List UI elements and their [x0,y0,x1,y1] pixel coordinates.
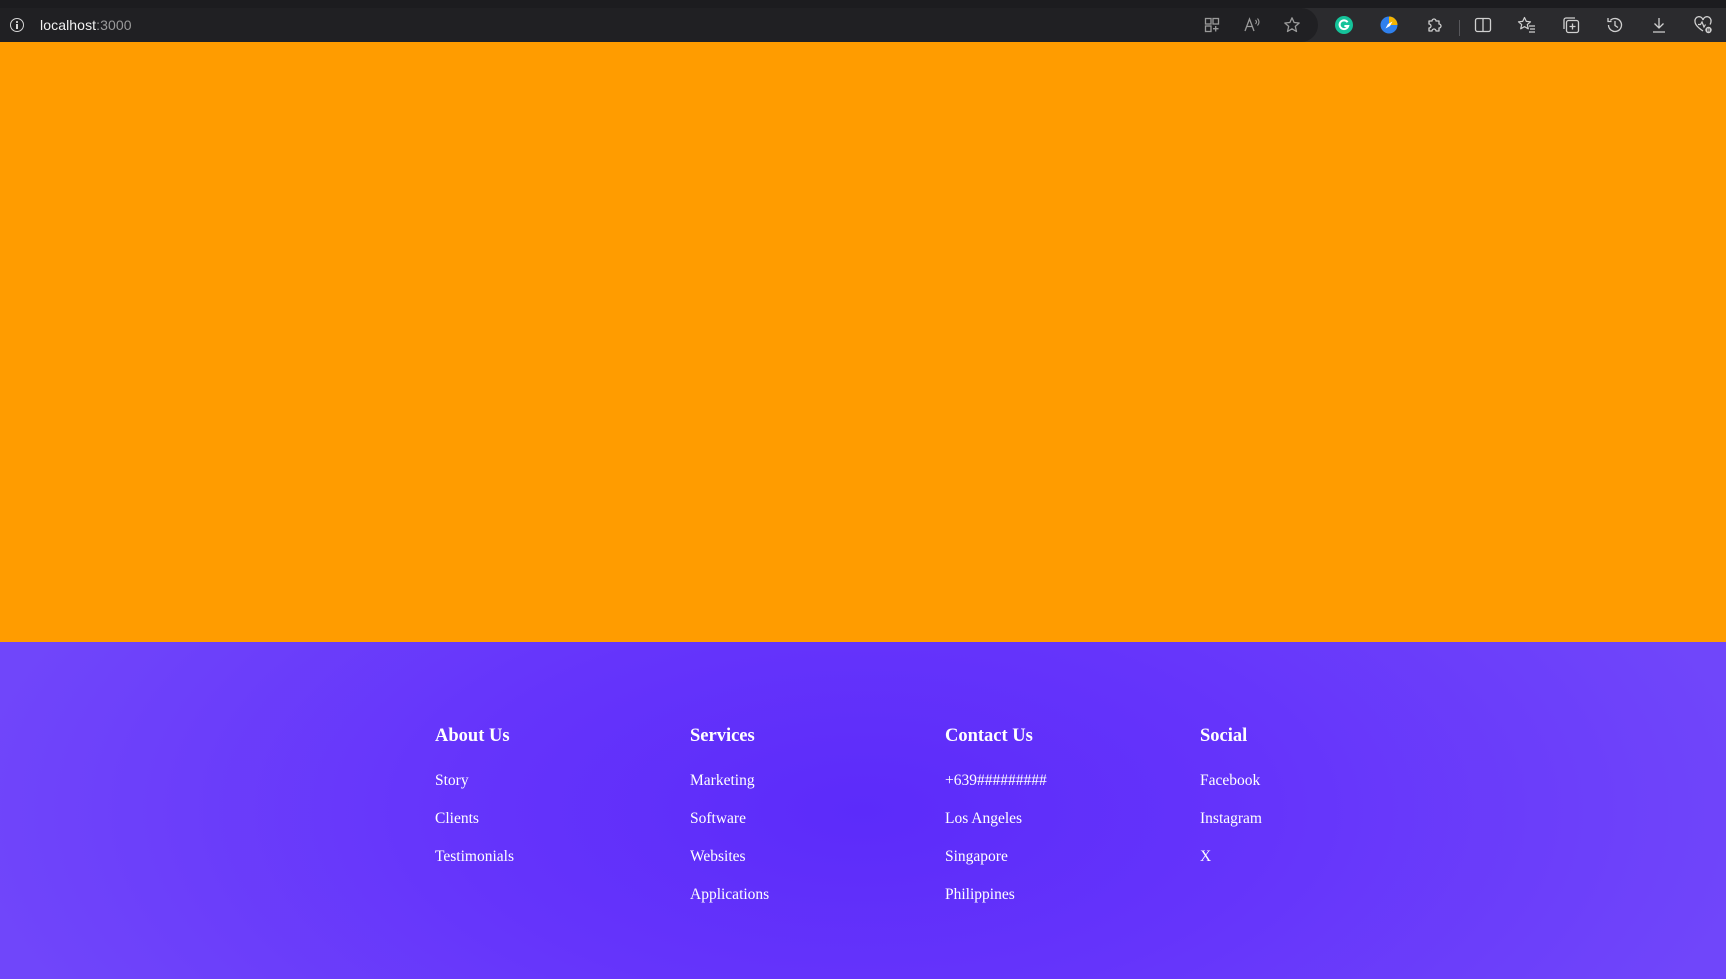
read-aloud-icon[interactable] [1243,16,1261,34]
hero-section [0,42,1726,642]
toolbar-separator [1459,20,1460,36]
footer-link-instagram[interactable]: Instagram [1200,808,1262,846]
downloads-icon[interactable] [1649,15,1669,35]
favorites-icon[interactable] [1517,15,1537,35]
extension-compass-icon[interactable] [1379,15,1399,35]
app-available-icon[interactable] [1203,16,1221,34]
browser-essentials-icon[interactable] [1693,15,1713,35]
history-icon[interactable] [1605,15,1625,35]
footer-column-services: Services Marketing Software Websites App… [690,724,769,903]
footer-column-social: Social Facebook Instagram X [1200,724,1262,865]
footer-heading-contact-us: Contact Us [945,726,1033,746]
extensions-puzzle-icon[interactable] [1424,15,1444,35]
footer-link-applications[interactable]: Applications [690,884,769,922]
footer-link-software[interactable]: Software [690,808,769,846]
collections-icon[interactable] [1561,15,1581,35]
footer-heading-social: Social [1200,726,1248,746]
window-top-strip [0,0,1726,8]
split-screen-icon[interactable] [1473,15,1493,35]
footer-link-story[interactable]: Story [435,770,514,808]
browser-toolbar: localhost:3000 [0,8,1726,42]
footer-link-websites[interactable]: Websites [690,846,769,884]
footer-contact-los-angeles[interactable]: Los Angeles [945,808,1047,846]
footer-list-contact-us: +639######### Los Angeles Singapore Phil… [945,770,1047,922]
footer-link-facebook[interactable]: Facebook [1200,770,1262,808]
address-bar[interactable]: localhost:3000 [0,8,1318,42]
footer-contact-singapore[interactable]: Singapore [945,846,1047,884]
url-text[interactable]: localhost:3000 [40,16,132,34]
footer-list-social: Facebook Instagram X [1200,770,1262,884]
footer-contact-phone[interactable]: +639######### [945,770,1047,808]
info-icon[interactable] [10,18,24,32]
footer-contact-philippines[interactable]: Philippines [945,884,1047,922]
footer-list-about-us: Story Clients Testimonials [435,770,514,884]
footer-heading-about-us: About Us [435,726,510,746]
footer-list-services: Marketing Software Websites Applications [690,770,769,922]
url-host: localhost [40,17,97,33]
footer-link-testimonials[interactable]: Testimonials [435,846,514,884]
url-port: :3000 [96,17,132,33]
footer-column-about-us: About Us Story Clients Testimonials [435,724,514,865]
favorite-star-icon[interactable] [1283,16,1301,34]
site-footer: About Us Story Clients Testimonials Serv… [0,642,1726,979]
footer-link-x[interactable]: X [1200,846,1262,884]
footer-column-contact-us: Contact Us +639######### Los Angeles Sin… [945,724,1047,903]
footer-link-clients[interactable]: Clients [435,808,514,846]
footer-heading-services: Services [690,726,755,746]
footer-link-marketing[interactable]: Marketing [690,770,769,808]
grammarly-icon[interactable] [1334,15,1354,35]
